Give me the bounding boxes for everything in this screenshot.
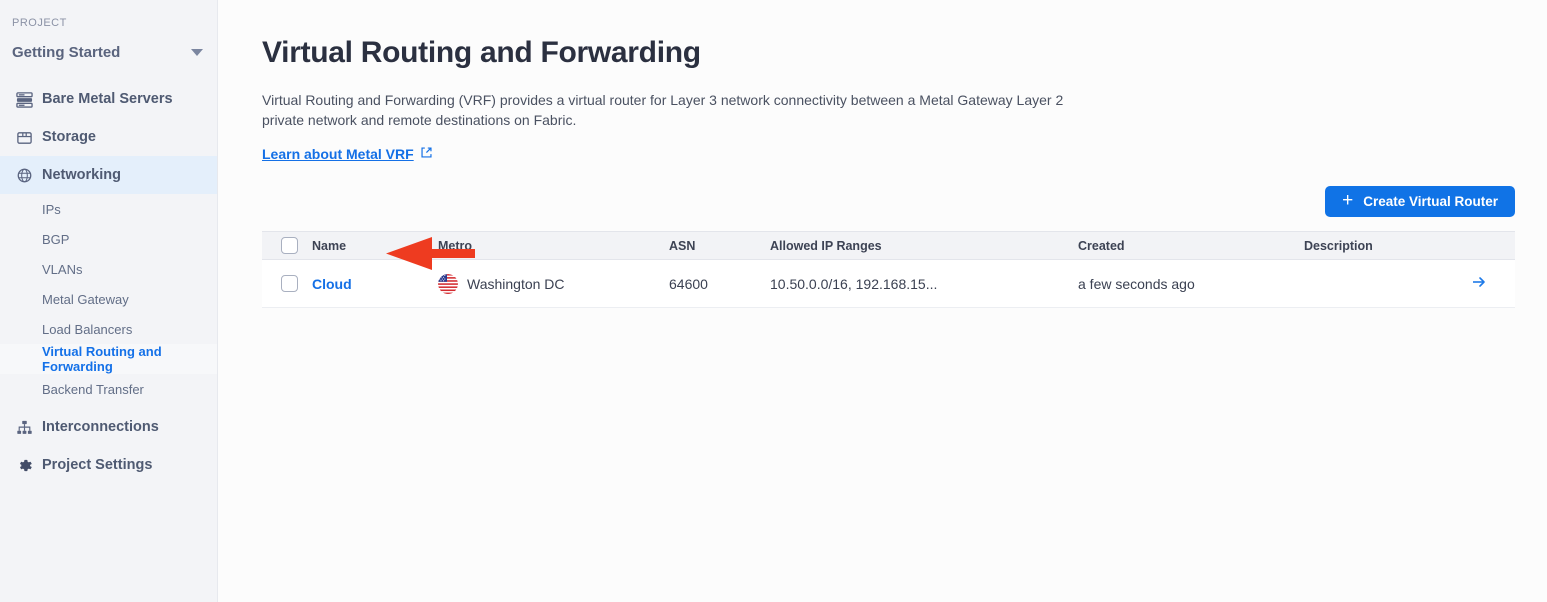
column-header-name[interactable]: Name	[312, 231, 438, 260]
row-select-cell	[262, 259, 312, 308]
plus-icon: +	[1342, 190, 1354, 211]
table-toolbar: + Create Virtual Router	[262, 186, 1515, 217]
sidebar-item-label: Bare Metal Servers	[42, 91, 173, 107]
row-checkbox[interactable]	[281, 275, 298, 292]
arrow-right-icon[interactable]	[1470, 273, 1515, 294]
create-virtual-router-label: Create Virtual Router	[1363, 194, 1498, 209]
project-selector[interactable]: Getting Started	[0, 38, 217, 66]
sidebar-subitem-label: Backend Transfer	[42, 381, 144, 397]
sidebar-subitem-label: BGP	[42, 231, 70, 247]
sidebar: PROJECT Getting Started Bare Metal Serve…	[0, 0, 218, 602]
sidebar-item-label: Project Settings	[42, 457, 153, 473]
sitemap-icon	[14, 417, 34, 437]
column-header-allowed-ip-ranges[interactable]: Allowed IP Ranges	[770, 231, 1078, 260]
sidebar-item-project-settings[interactable]: Project Settings	[0, 446, 217, 484]
app-window: PROJECT Getting Started Bare Metal Serve…	[0, 0, 1547, 602]
sidebar-item-metal-gateway[interactable]: Metal Gateway	[0, 284, 217, 314]
virtual-routers-table: Name Metro ASN Allowed IP Ranges Created…	[262, 231, 1515, 308]
main-content: Virtual Routing and Forwarding Virtual R…	[218, 0, 1547, 602]
sidebar-item-networking[interactable]: Networking	[0, 156, 217, 194]
select-all-checkbox[interactable]	[281, 237, 298, 254]
project-section-label: PROJECT	[12, 17, 67, 29]
create-virtual-router-button[interactable]: + Create Virtual Router	[1325, 186, 1515, 217]
select-all-header	[262, 231, 312, 260]
sidebar-subitem-label: Metal Gateway	[42, 291, 129, 307]
cell-description	[1304, 259, 1470, 308]
cell-row-action	[1470, 259, 1515, 308]
sidebar-item-virtual-routing-and-forwarding[interactable]: Virtual Routing and Forwarding	[0, 344, 217, 374]
storage-icon	[14, 127, 34, 147]
column-header-actions	[1470, 231, 1515, 260]
sidebar-item-label: Interconnections	[42, 419, 159, 435]
cell-asn: 64600	[669, 259, 770, 308]
sidebar-item-vlans[interactable]: VLANs	[0, 254, 217, 284]
cell-created: a few seconds ago	[1078, 259, 1304, 308]
column-header-description[interactable]: Description	[1304, 231, 1470, 260]
sidebar-nav: Bare Metal Servers Storage Networking IP…	[0, 80, 217, 484]
globe-icon	[14, 165, 34, 185]
column-header-created[interactable]: Created	[1078, 231, 1304, 260]
virtual-router-name-link[interactable]: Cloud	[312, 276, 352, 292]
external-link-icon	[420, 146, 433, 162]
sidebar-item-interconnections[interactable]: Interconnections	[0, 408, 217, 446]
project-name: Getting Started	[12, 43, 121, 61]
chevron-down-icon	[191, 48, 203, 56]
table-header-row: Name Metro ASN Allowed IP Ranges Created…	[262, 231, 1515, 260]
sidebar-item-bgp[interactable]: BGP	[0, 224, 217, 254]
sidebar-subitem-label: IPs	[42, 201, 61, 217]
metro-label: Washington DC	[467, 275, 565, 292]
sidebar-item-bare-metal-servers[interactable]: Bare Metal Servers	[0, 80, 217, 118]
sidebar-subitem-label: VLANs	[42, 261, 83, 277]
learn-about-metal-vrf-link[interactable]: Learn about Metal VRF	[262, 146, 433, 162]
sidebar-item-ips[interactable]: IPs	[0, 194, 217, 224]
table-body: Cloud Washington DC 64600 10.50.0.0/16, …	[262, 259, 1515, 308]
sidebar-item-label: Networking	[42, 167, 121, 183]
gear-icon	[14, 455, 34, 475]
sidebar-item-load-balancers[interactable]: Load Balancers	[0, 314, 217, 344]
cell-metro: Washington DC	[438, 259, 669, 308]
table-row[interactable]: Cloud Washington DC 64600 10.50.0.0/16, …	[262, 259, 1515, 308]
us-flag-icon	[438, 273, 458, 294]
page-description: Virtual Routing and Forwarding (VRF) pro…	[262, 92, 1064, 128]
column-header-metro[interactable]: Metro	[438, 231, 669, 260]
sidebar-item-storage[interactable]: Storage	[0, 118, 217, 156]
column-header-asn[interactable]: ASN	[669, 231, 770, 260]
server-icon	[14, 89, 34, 109]
page-title: Virtual Routing and Forwarding	[262, 36, 701, 69]
table-header: Name Metro ASN Allowed IP Ranges Created…	[262, 231, 1515, 260]
sidebar-subitem-label: Load Balancers	[42, 321, 133, 337]
cell-name: Cloud	[312, 259, 438, 308]
cell-allowed-ip-ranges: 10.50.0.0/16, 192.168.15...	[770, 259, 1078, 308]
sidebar-subitem-label: Virtual Routing and Forwarding	[42, 344, 162, 374]
learn-link-label: Learn about Metal VRF	[262, 146, 414, 162]
sidebar-item-label: Storage	[42, 129, 96, 145]
sidebar-item-backend-transfer[interactable]: Backend Transfer	[0, 374, 217, 404]
